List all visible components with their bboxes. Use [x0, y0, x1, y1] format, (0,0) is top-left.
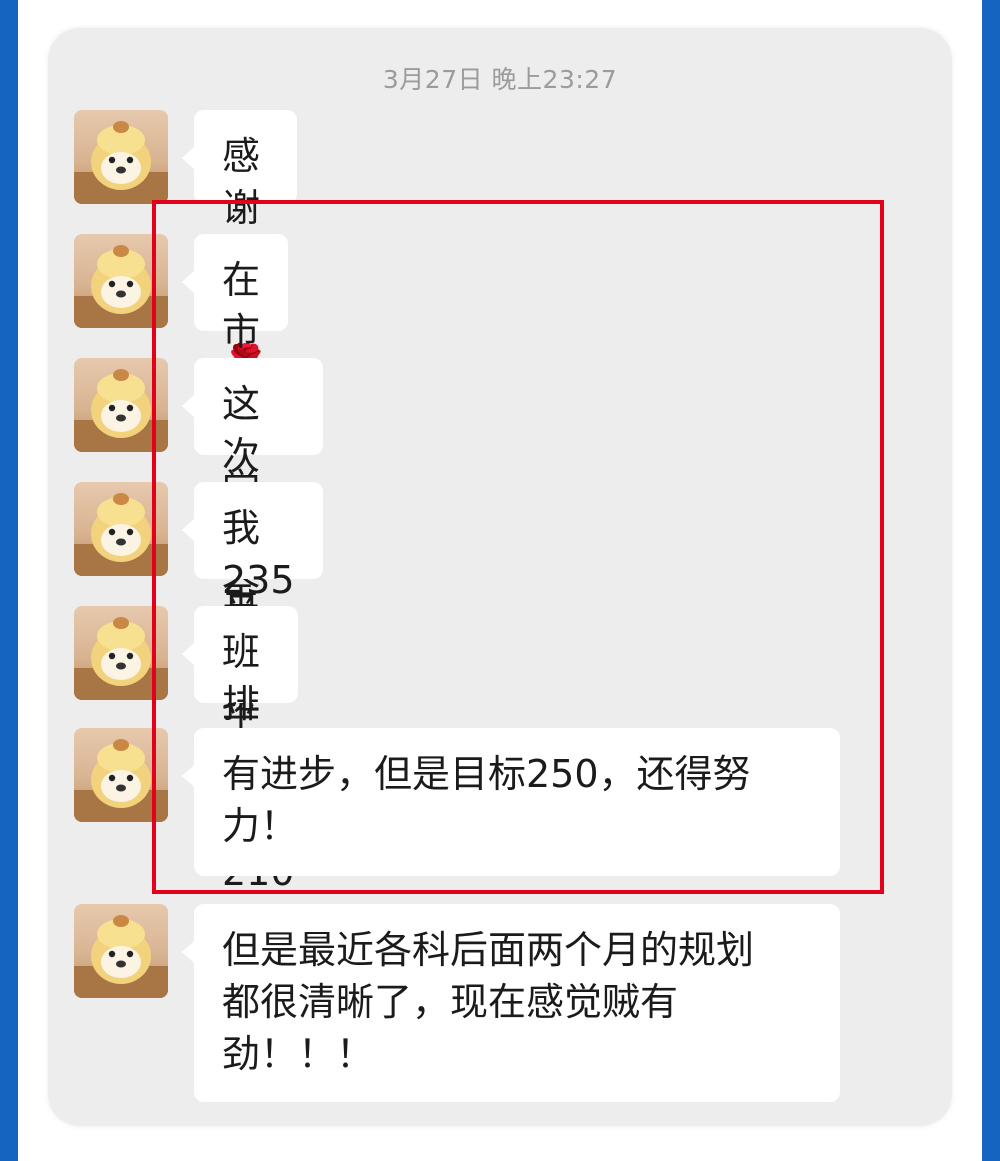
dog-avatar-icon [74, 739, 168, 822]
avatar[interactable] [74, 728, 168, 822]
dog-avatar-icon [74, 617, 168, 700]
avatar[interactable] [74, 110, 168, 204]
dog-avatar-icon [74, 245, 168, 328]
message-bubble[interactable]: 在市重点学校金字班 [181, 234, 289, 718]
message-timestamp: 3月27日 晚上23:27 [382, 65, 618, 94]
message-bubble[interactable]: 感谢学长🌹 [181, 110, 298, 386]
avatar[interactable] [74, 234, 168, 328]
avatar[interactable] [74, 358, 168, 452]
message-bubble[interactable]: 这次理综月考平均分210 [182, 358, 323, 894]
avatar[interactable] [74, 904, 168, 998]
dog-avatar-icon [74, 915, 168, 998]
dog-avatar-icon [74, 493, 168, 576]
message-bubble[interactable]: 有进步，但是目标250，还得努 力！ [182, 728, 840, 876]
message-bubble[interactable]: 但是最近各科后面两个月的规划 都很清晰了，现在感觉贼有 劲！！！ [182, 904, 840, 1102]
dog-avatar-icon [74, 369, 168, 452]
avatar[interactable] [74, 606, 168, 700]
dog-avatar-icon [74, 121, 168, 204]
avatar[interactable] [74, 482, 168, 576]
message-bubble[interactable]: 班排名14 [181, 606, 299, 830]
message-bubble[interactable]: 我235 [182, 482, 323, 602]
